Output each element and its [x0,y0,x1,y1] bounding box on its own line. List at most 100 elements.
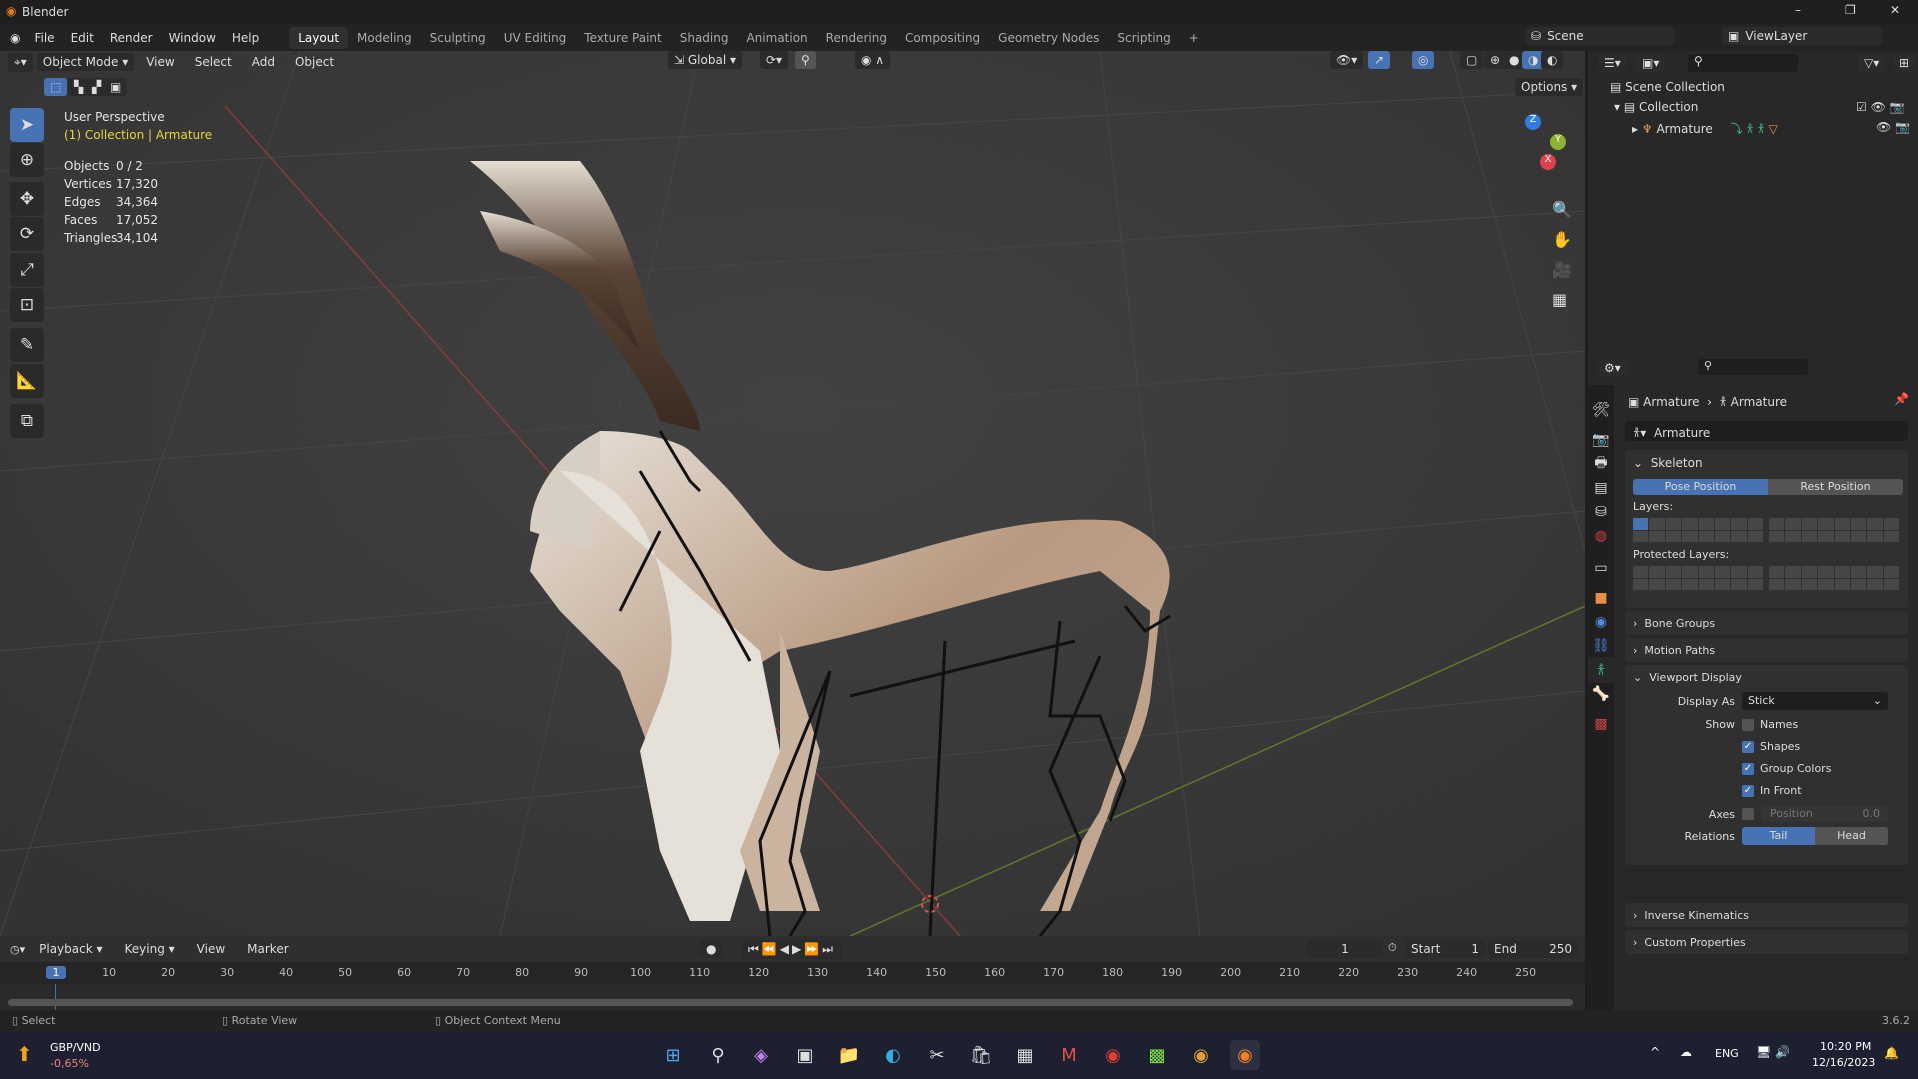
bone-groups-panel[interactable]: › Bone Groups [1625,611,1908,635]
3d-viewport[interactable] [0,51,1585,936]
filter-icon[interactable]: ▽▾ [1858,54,1886,72]
search-icon[interactable]: ⚲ [703,1040,733,1070]
menu-keying[interactable]: Keying ▾ [117,942,183,956]
object-tab-icon[interactable]: ■ [1588,585,1614,611]
auto-keying-toggle[interactable]: ● [700,940,723,958]
notification-bell-icon[interactable]: 🔔 [1884,1046,1899,1060]
start-frame-field[interactable]: Start 1 [1405,940,1485,958]
protected-layers-grid-b[interactable] [1769,566,1899,590]
y-axis-handle[interactable]: Y [1550,134,1566,150]
scene-collection-row[interactable]: ▤ Scene Collection [1610,80,1725,94]
tab-compositing[interactable]: Compositing [896,27,989,49]
mode-dropdown[interactable]: Object Mode ▾ [36,53,135,71]
filter-view-dropdown[interactable]: ▣▾ [1636,54,1666,72]
armature-data-tab-icon[interactable]: 𐀪 [1588,657,1614,683]
render-tab-icon[interactable]: 📷 [1588,427,1614,453]
frame-ruler[interactable]: 1 10 20 30 40 50 60 70 80 90 100 110 120 130 140 150 160… [0,962,1585,984]
snipping-tool-icon[interactable]: ✂ [922,1040,952,1070]
menu-select[interactable]: Select [187,55,240,69]
tab-sculpting[interactable]: Sculpting [421,27,495,49]
terminal-app-icon[interactable]: ▩ [1142,1040,1172,1070]
collection-row[interactable]: ▾ ▤ Collection [1614,100,1698,114]
proportional-edit-toggle[interactable]: ◉ ∧ [855,51,891,69]
tab-layout[interactable]: Layout [289,26,349,49]
menu-window[interactable]: Window [161,31,224,45]
motion-paths-panel[interactable]: › Motion Paths [1625,638,1908,662]
menu-playback[interactable]: Playback ▾ [31,942,110,956]
x-axis-handle[interactable]: X [1540,154,1556,170]
tab-uv-editing[interactable]: UV Editing [495,27,576,49]
tab-rendering[interactable]: Rendering [817,27,896,49]
armature-datablock-field[interactable]: 𐀪▾ Armature [1625,421,1908,441]
menu-add[interactable]: Add [244,55,283,69]
mail-app-icon[interactable]: M [1054,1040,1084,1070]
world-tab-icon[interactable]: ◍ [1588,523,1614,549]
playback-controls[interactable]: ⏮⏪◀▶⏩⏭ [742,940,842,959]
display-mode-dropdown[interactable]: ☰▾ [1598,54,1627,72]
annotate-tool[interactable]: ✎ [10,328,44,362]
ortho-grid-icon[interactable]: ▦ [1552,285,1572,315]
edge-icon[interactable]: ◐ [878,1040,908,1070]
select-box-tool[interactable]: ➤ [10,108,44,142]
tail-button[interactable]: Tail [1742,827,1815,845]
clock-time[interactable]: 10:20 PM [1820,1040,1871,1053]
show-names-checkbox[interactable]: Names [1742,718,1798,731]
pivot-dropdown[interactable]: ⟳▾ [760,51,789,69]
add-cube-tool[interactable]: ⧉ [10,404,44,438]
store-icon[interactable]: 🛍 [966,1040,996,1070]
cursor-tool[interactable]: ⊕ [10,143,44,177]
move-tool[interactable]: ✥ [10,182,44,216]
shading-rendered[interactable]: ◐ [1541,51,1564,69]
language-indicator[interactable]: ENG [1715,1047,1739,1060]
bone-tab-icon[interactable]: 🦴 [1588,681,1614,707]
rest-position-button[interactable]: Rest Position [1768,479,1903,495]
chrome-profile-icon[interactable]: ◉ [1186,1040,1216,1070]
ticker-label[interactable]: GBP/VND [50,1041,101,1054]
navigation-gizmo[interactable]: Z Y X [1495,112,1575,192]
physics-tab-icon[interactable]: ◉ [1588,609,1614,635]
show-shapes-checkbox[interactable]: ✓ Shapes [1742,740,1800,753]
pan-hand-icon[interactable]: ✋ [1552,225,1572,255]
editor-type-button[interactable]: ⌖▾ [8,52,33,72]
orientation-dropdown[interactable]: ⇲ Global ▾ [668,51,742,69]
menu-marker[interactable]: Marker [239,942,296,956]
task-view-icon[interactable]: ▣ [790,1040,820,1070]
stopwatch-icon[interactable]: ⏱ [1388,941,1397,955]
armature-row[interactable]: ▸ ♆ Armature ⤵ 𐀪 𐀪 ▽ [1632,120,1778,137]
select-mode-intersect[interactable]: ▣ [104,78,128,96]
maximize-button[interactable]: ❐ [1845,3,1856,17]
menu-view[interactable]: View [138,55,182,69]
texture-tab-icon[interactable]: ▩ [1588,711,1614,737]
transform-tool[interactable]: ⊡ [10,288,44,322]
file-explorer-icon[interactable]: 📁 [834,1040,864,1070]
blender-menu-icon[interactable]: ◉ [0,31,26,45]
tray-overflow-icon[interactable]: ^ [1650,1045,1660,1059]
snap-toggle[interactable]: ⚲ [795,51,816,69]
current-frame-field[interactable]: 1 [1307,940,1383,958]
onedrive-icon[interactable]: ☁ [1680,1045,1692,1059]
protected-layers-grid-a[interactable] [1633,566,1763,590]
tab-geometry-nodes[interactable]: Geometry Nodes [989,27,1108,49]
scene-tab-icon[interactable]: ⛁ [1588,499,1614,525]
visibility-dropdown[interactable]: 👁▾ [1330,51,1364,69]
outliner-search-input[interactable]: ⚲ [1688,54,1798,72]
blender-taskbar-icon[interactable]: ◉ [1230,1040,1260,1070]
select-mode-new[interactable]: ⬚ [44,78,68,96]
axes-checkbox[interactable] [1742,808,1754,820]
menu-file[interactable]: File [26,31,62,45]
axes-position-field[interactable]: Position 0.0 [1762,806,1888,822]
new-collection-icon[interactable]: ⊞ [1893,54,1916,72]
tab-modeling[interactable]: Modeling [348,27,421,49]
z-axis-handle[interactable]: Z [1525,114,1541,130]
measure-tool[interactable]: 📐 [10,364,44,398]
armature-toggles[interactable]: 👁 📷 [1876,120,1910,134]
in-front-checkbox[interactable]: ✓ In Front [1742,784,1802,797]
copilot-icon[interactable]: ◈ [746,1040,776,1070]
editor-type-button[interactable]: ⚙▾ [1598,359,1627,377]
constraints-tab-icon[interactable]: ⛓ [1588,633,1614,659]
tab-texture-paint[interactable]: Texture Paint [575,27,670,49]
editor-type-button[interactable]: ◷▾ [10,943,25,956]
end-frame-field[interactable]: End 250 [1488,940,1578,958]
menu-render[interactable]: Render [102,31,161,45]
menu-help[interactable]: Help [224,31,267,45]
